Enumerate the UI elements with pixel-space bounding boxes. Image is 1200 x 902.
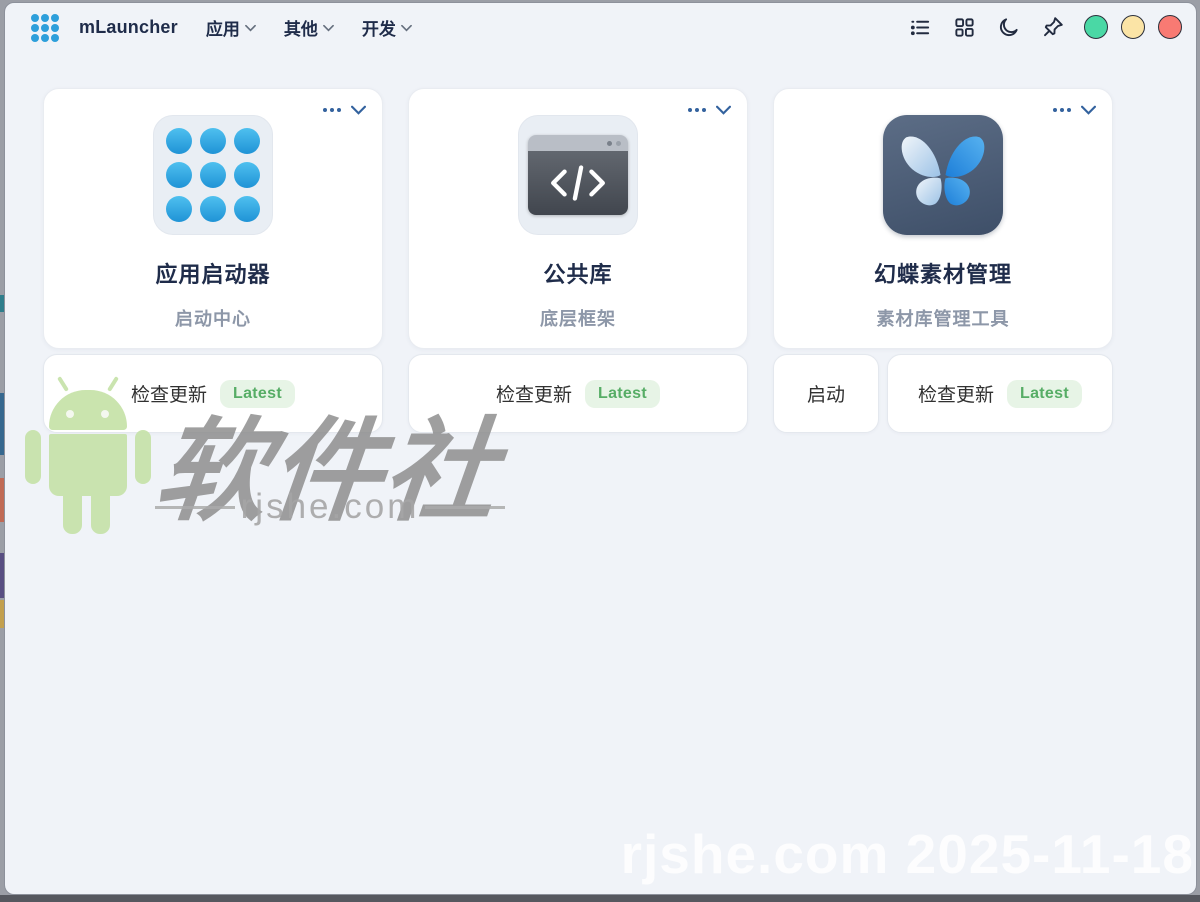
minimize-button[interactable]: [1084, 15, 1108, 39]
app-icon-code-window: [518, 115, 638, 235]
card-body: 应用启动器 启动中心: [43, 88, 383, 349]
close-button[interactable]: [1158, 15, 1182, 39]
site-url-text: rjshe.com: [241, 487, 420, 527]
card-title: 幻蝶素材管理: [774, 257, 1112, 289]
traffic-lights: [1084, 15, 1182, 39]
app-card-commonlib: 公共库 底层框架 检查更新 Latest: [408, 88, 748, 433]
app-icon-grid-dots: [153, 115, 273, 235]
titlebar: mLauncher 应用 其他 开发: [5, 3, 1196, 51]
app-icon-butterfly: [883, 115, 1003, 235]
card-title: 公共库: [409, 257, 747, 289]
chevron-down-icon: [245, 24, 256, 32]
site-url-watermark: rjshe.com: [155, 487, 505, 527]
app-logo-grid-icon: [31, 14, 59, 42]
menu-others[interactable]: 其他: [284, 15, 334, 40]
app-card-launcher: 应用启动器 启动中心 检查更新 Latest: [43, 88, 383, 433]
menu-others-label: 其他: [284, 15, 318, 40]
latest-badge: Latest: [585, 380, 660, 408]
card-more-icon[interactable]: [323, 108, 341, 112]
menu-dev[interactable]: 开发: [362, 15, 412, 40]
card-subtitle: 素材库管理工具: [774, 305, 1112, 331]
footer-date-watermark: rjshe.com 2025-11-18: [621, 822, 1194, 886]
card-expand-icon[interactable]: [1081, 105, 1096, 115]
menu-apps[interactable]: 应用: [206, 15, 256, 40]
card-body: 公共库 底层框架: [408, 88, 748, 349]
check-update-button[interactable]: 检查更新 Latest: [887, 354, 1113, 433]
list-view-icon[interactable]: [909, 16, 932, 39]
menu-apps-label: 应用: [206, 15, 240, 40]
chevron-down-icon: [401, 24, 412, 32]
check-update-label: 检查更新: [918, 380, 994, 407]
launch-button[interactable]: 启动: [773, 354, 879, 433]
latest-badge: Latest: [1007, 380, 1082, 408]
maximize-button[interactable]: [1121, 15, 1145, 39]
check-update-label: 检查更新: [496, 380, 572, 407]
launch-label: 启动: [807, 380, 845, 407]
app-card-list: 应用启动器 启动中心 检查更新 Latest: [43, 88, 1113, 433]
pin-icon[interactable]: [1041, 15, 1065, 39]
titlebar-tools: [909, 15, 1065, 39]
menu-dev-label: 开发: [362, 15, 396, 40]
check-update-button[interactable]: 检查更新 Latest: [43, 354, 383, 433]
card-title: 应用启动器: [44, 257, 382, 289]
desktop-taskbar-edge: [0, 895, 1200, 902]
check-update-label: 检查更新: [131, 380, 207, 407]
card-subtitle: 启动中心: [44, 305, 382, 331]
card-body: 幻蝶素材管理 素材库管理工具: [773, 88, 1113, 349]
card-expand-icon[interactable]: [351, 105, 366, 115]
app-title: mLauncher: [79, 17, 178, 38]
mlauncher-window: mLauncher 应用 其他 开发: [4, 2, 1197, 895]
card-more-icon[interactable]: [1053, 108, 1071, 112]
card-expand-icon[interactable]: [716, 105, 731, 115]
dark-mode-moon-icon[interactable]: [997, 16, 1020, 39]
grid-view-icon[interactable]: [953, 16, 976, 39]
card-subtitle: 底层框架: [409, 305, 747, 331]
chevron-down-icon: [323, 24, 334, 32]
app-card-butterfly: 幻蝶素材管理 素材库管理工具 启动 检查更新 Latest: [773, 88, 1113, 433]
latest-badge: Latest: [220, 380, 295, 408]
card-more-icon[interactable]: [688, 108, 706, 112]
check-update-button[interactable]: 检查更新 Latest: [408, 354, 748, 433]
